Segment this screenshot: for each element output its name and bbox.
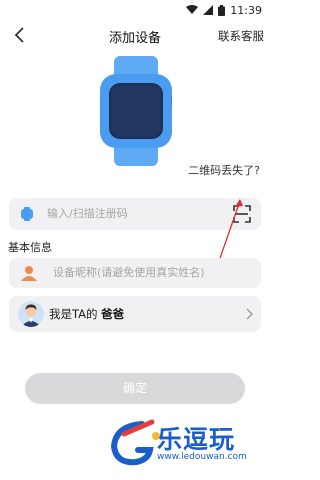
status-bar: 11:39	[0, 0, 270, 20]
signal-icon	[203, 5, 214, 15]
status-time: 11:39	[230, 3, 262, 17]
watch-icon	[21, 207, 33, 221]
battery-icon	[218, 4, 226, 16]
relation-value: 爸爸	[101, 307, 124, 321]
avatar	[18, 301, 44, 327]
person-icon	[21, 266, 37, 281]
relation-row[interactable]: 我是TA的 爸爸	[9, 296, 261, 332]
header: 添加设备 联系客服	[0, 20, 270, 50]
father-avatar-icon	[18, 301, 44, 327]
watermark-url: www.ledouwan.com	[157, 452, 247, 462]
relation-prefix: 我是TA的	[49, 307, 98, 321]
chevron-right-icon	[246, 308, 253, 320]
nickname-input[interactable]: 设备昵称(请避免使用真实姓名)	[53, 258, 253, 288]
watermark-brand: 乐逗玩	[157, 425, 236, 454]
lost-qr-code-link[interactable]: 二维码丢失了?	[188, 162, 260, 178]
watch-illustration	[100, 56, 172, 166]
basic-info-label: 基本信息	[8, 241, 52, 254]
wifi-icon	[186, 5, 199, 14]
contact-support-link[interactable]: 联系客服	[218, 28, 264, 44]
confirm-button[interactable]: 确定	[25, 373, 245, 404]
registration-code-input[interactable]: 输入/扫描注册码	[47, 198, 227, 230]
nickname-row: 设备昵称(请避免使用真实姓名)	[9, 258, 261, 288]
